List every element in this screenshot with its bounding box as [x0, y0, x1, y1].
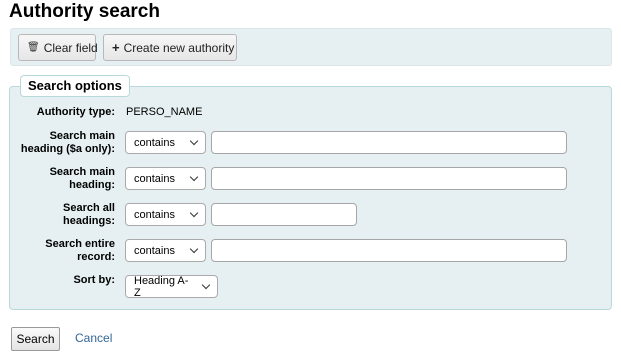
authority-type-label: Authority type: — [36, 106, 115, 118]
main-heading-a-input[interactable] — [211, 131, 567, 154]
entire-record-label: Search entire record: — [10, 238, 115, 264]
chevron-down-icon — [189, 208, 199, 218]
all-headings-operator-value: contains — [134, 208, 175, 221]
main-heading-a-operator-select[interactable]: contains — [125, 131, 206, 154]
sort-by-label: Sort by: — [73, 274, 115, 286]
sort-by-select[interactable]: Heading A-Z — [125, 274, 218, 299]
chevron-down-icon — [189, 136, 199, 146]
plus-icon: + — [112, 40, 120, 55]
sort-by-value: Heading A-Z — [134, 274, 189, 299]
all-headings-operator-select[interactable]: contains — [125, 203, 206, 226]
all-headings-label-line1: Search all — [63, 202, 115, 214]
main-heading-a-label-line1: Search main — [49, 130, 115, 142]
main-heading-a-label: Search main heading ($a only): — [10, 130, 115, 156]
main-heading-a-label-line2: heading ($a only): — [20, 143, 115, 155]
toolbar: 🗑 Clear field + Create new authority — [10, 28, 612, 66]
clear-field-label: Clear field — [43, 40, 98, 55]
entire-record-operator-select[interactable]: contains — [125, 239, 206, 262]
main-heading-label-line2: heading: — [69, 179, 115, 191]
entire-record-label-line1: Search entire — [45, 238, 115, 250]
page-title: Authority search — [9, 1, 160, 22]
trash-icon: 🗑 — [27, 42, 40, 53]
chevron-down-icon — [201, 280, 211, 290]
chevron-down-icon — [189, 244, 199, 254]
entire-record-input[interactable] — [211, 239, 567, 262]
all-headings-input[interactable] — [211, 203, 357, 226]
search-button[interactable]: Search — [11, 327, 60, 351]
main-heading-label: Search main heading: — [10, 166, 115, 192]
clear-field-button[interactable]: 🗑 Clear field — [18, 34, 98, 61]
create-new-authority-button[interactable]: + Create new authority — [103, 34, 237, 61]
search-options-legend: Search options — [20, 75, 130, 97]
chevron-down-icon — [189, 172, 199, 182]
main-heading-operator-select[interactable]: contains — [125, 167, 206, 190]
entire-record-operator-value: contains — [134, 244, 175, 257]
entire-record-label-line2: record: — [77, 251, 115, 263]
main-heading-a-operator-value: contains — [134, 136, 175, 149]
create-authority-label: Create new authority — [123, 40, 235, 55]
main-heading-label-line1: Search main — [49, 166, 115, 178]
cancel-link[interactable]: Cancel — [75, 331, 112, 345]
main-heading-operator-value: contains — [134, 172, 175, 185]
all-headings-label-line2: headings: — [63, 215, 115, 227]
authority-type-value: PERSO_NAME — [126, 106, 203, 118]
main-heading-input[interactable] — [211, 167, 567, 190]
all-headings-label: Search all headings: — [10, 202, 115, 228]
